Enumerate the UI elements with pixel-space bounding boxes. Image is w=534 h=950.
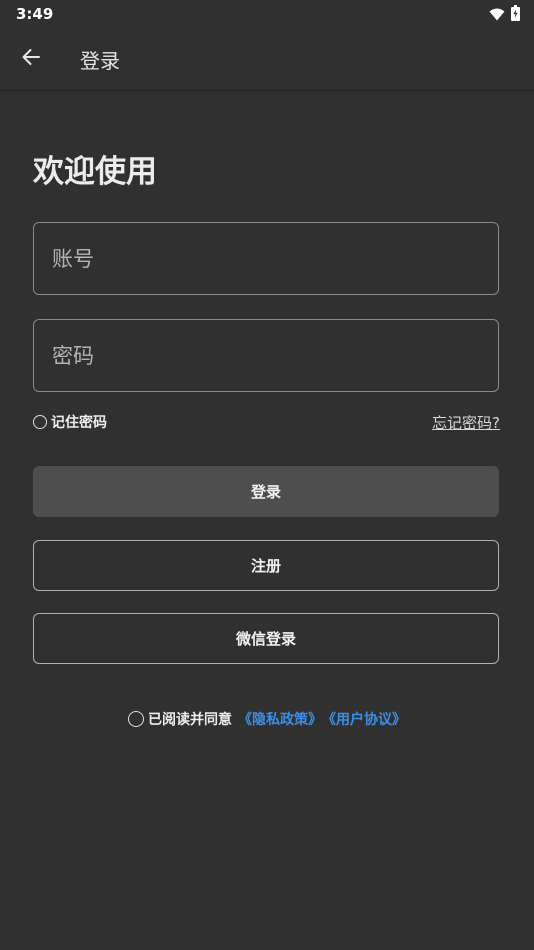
wechat-login-button[interactable]: 微信登录 [33,613,499,664]
privacy-policy-link[interactable]: 《隐私政策》 [238,709,322,729]
remember-radio-circle[interactable] [33,415,47,429]
password-input[interactable] [33,319,499,392]
app-bar: 登录 [0,28,534,91]
back-button[interactable] [16,44,46,74]
welcome-heading: 欢迎使用 [33,154,157,190]
remember-password-label: 记住密码 [51,415,107,431]
login-button[interactable]: 登录 [33,466,499,517]
forgot-password-link[interactable]: 忘记密码? [432,412,500,433]
wifi-icon [489,6,505,25]
register-button[interactable]: 注册 [33,540,499,591]
battery-charging-icon [511,5,520,25]
page-title: 登录 [80,49,120,73]
status-bar: 3:49 [0,0,534,28]
agreement-text: 已阅读并同意 [148,712,232,728]
status-time: 3:49 [16,5,54,23]
status-icons [489,5,520,25]
agreement-radio[interactable] [128,711,144,727]
arrow-left-icon [21,48,41,70]
user-agreement-link[interactable]: 《用户协议》 [322,709,406,729]
remember-password-checkbox[interactable]: 记住密码 [33,412,107,432]
account-input[interactable] [33,222,499,295]
agreement-row: 已阅读并同意 《隐私政策》 《用户协议》 [0,709,534,729]
